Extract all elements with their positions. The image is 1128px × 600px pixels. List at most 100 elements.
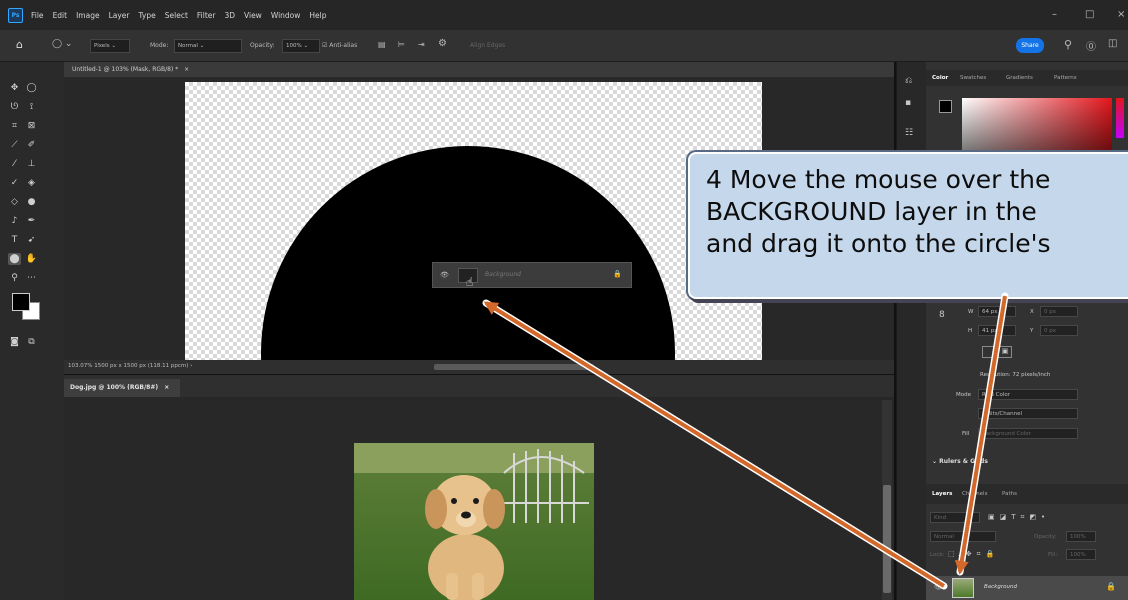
- layer-opacity-field[interactable]: 100%: [1066, 531, 1096, 542]
- share-button[interactable]: Share: [1016, 38, 1044, 53]
- tab-patterns[interactable]: Patterns: [1054, 75, 1077, 81]
- opacity-field[interactable]: 100% ⌄: [282, 39, 320, 53]
- lock-options-icons[interactable]: ⬚⁄✥⌗🔒: [948, 550, 999, 559]
- menu-layer[interactable]: Layer: [109, 11, 130, 20]
- blur-tool-icon[interactable]: ●: [25, 196, 38, 208]
- ellipse-tool-icon[interactable]: ⬤: [8, 253, 21, 265]
- workspace-icon[interactable]: ◫: [1108, 38, 1117, 49]
- clone-stamp-icon[interactable]: ⊥: [25, 158, 38, 170]
- tab-channels[interactable]: Channels: [962, 491, 987, 497]
- close-tab-icon[interactable]: ×: [164, 384, 169, 391]
- properties-panel-icon[interactable]: ☷: [905, 128, 913, 138]
- menu-file[interactable]: File: [31, 11, 44, 20]
- history-panel-icon[interactable]: ⎌: [905, 76, 912, 86]
- comments-panel-icon[interactable]: ▪: [905, 98, 911, 108]
- tab-swatches[interactable]: Swatches: [960, 75, 986, 81]
- quick-select-icon[interactable]: ⟟: [25, 101, 38, 113]
- width-field[interactable]: 64 px: [978, 306, 1016, 317]
- color-mode-dropdown[interactable]: RGB Color: [978, 389, 1078, 400]
- help-icon[interactable]: ⓪: [1086, 38, 1096, 53]
- document-tab-label: Untitled-1 @ 103% (Mask, RGB/8) *: [72, 66, 179, 73]
- fill-opacity-field[interactable]: 100%: [1066, 549, 1096, 560]
- fill-dropdown[interactable]: Background Color: [978, 428, 1078, 439]
- more-tools-icon[interactable]: ⋯: [25, 272, 38, 284]
- paint-bucket-icon[interactable]: ◇: [8, 196, 21, 208]
- type-tool-icon[interactable]: T: [8, 234, 21, 246]
- menu-type[interactable]: Type: [139, 11, 156, 20]
- maximize-button[interactable]: □: [1085, 9, 1094, 20]
- layer-filter-icons[interactable]: ▣◪T⌗◩•: [988, 513, 1050, 522]
- minimize-button[interactable]: –: [1052, 9, 1057, 20]
- bit-depth-dropdown[interactable]: 8 Bits/Channel: [978, 408, 1078, 419]
- orientation-landscape-icon[interactable]: ▣: [998, 346, 1012, 358]
- pixels-dropdown[interactable]: Pixels ⌄: [90, 39, 130, 53]
- eraser-tool-icon[interactable]: ◈: [25, 177, 38, 189]
- mode-value: Normal: [178, 43, 198, 49]
- visibility-eye-icon[interactable]: 👁: [934, 583, 943, 591]
- menu-help[interactable]: Help: [309, 11, 326, 20]
- zoom-tool-icon[interactable]: ⚲: [8, 272, 21, 284]
- menu-select[interactable]: Select: [165, 11, 188, 20]
- y-field[interactable]: 0 px: [1040, 325, 1078, 336]
- ellipse-tool-preset-icon[interactable]: ◯ ⌄: [52, 39, 72, 49]
- path-arrangement-icon[interactable]: ⇥: [418, 40, 425, 49]
- screen-mode-icon[interactable]: ⧉: [25, 336, 38, 348]
- link-icon[interactable]: 8: [939, 310, 945, 320]
- layer-row-background[interactable]: 👁 Background 🔒: [926, 576, 1128, 600]
- height-field[interactable]: 41 px: [978, 325, 1016, 336]
- document-tab-untitled[interactable]: Untitled-1 @ 103% (Mask, RGB/8) * ×: [64, 62, 894, 77]
- path-selection-icon[interactable]: ➹: [25, 234, 38, 246]
- frame-tool-icon[interactable]: ⊠: [25, 120, 38, 132]
- menu-view[interactable]: View: [244, 11, 262, 20]
- tab-gradients[interactable]: Gradients: [1006, 75, 1033, 81]
- foreground-color-chip[interactable]: [939, 100, 952, 113]
- gear-icon[interactable]: ⚙: [438, 38, 447, 49]
- x-field[interactable]: 0 px: [1040, 306, 1078, 317]
- orientation-portrait-icon[interactable]: [982, 346, 994, 358]
- close-tab-icon[interactable]: ×: [184, 66, 189, 73]
- horizontal-scrollbar[interactable]: [434, 364, 594, 370]
- align-edges-label[interactable]: Align Edges: [470, 42, 505, 49]
- dog-photo[interactable]: [354, 443, 594, 600]
- canvas-untitled[interactable]: [185, 82, 762, 360]
- photoshop-logo[interactable]: Ps: [8, 7, 23, 23]
- ellipse-marquee-icon[interactable]: ◯: [25, 82, 38, 94]
- menu-edit[interactable]: Edit: [53, 11, 68, 20]
- hand-tool-icon[interactable]: ✋: [25, 253, 38, 265]
- menu-image[interactable]: Image: [76, 11, 100, 20]
- scrollbar-thumb[interactable]: [883, 485, 891, 593]
- mode-dropdown[interactable]: Normal ⌄: [174, 39, 242, 53]
- tab-paths[interactable]: Paths: [1002, 491, 1017, 497]
- quick-mask-icon[interactable]: ◙: [8, 336, 21, 348]
- lasso-tool-icon[interactable]: ᘎ: [8, 101, 21, 113]
- pen-tool-icon[interactable]: ✒: [25, 215, 38, 227]
- hue-slider[interactable]: [1116, 98, 1124, 138]
- brush-tool-icon[interactable]: ⁄: [8, 158, 21, 170]
- mode-label: Mode: [956, 392, 971, 398]
- menu-3d[interactable]: 3D: [224, 11, 235, 20]
- foreground-color-swatch[interactable]: [12, 293, 30, 311]
- search-icon[interactable]: ⚲: [1064, 38, 1072, 51]
- x-label: X: [1030, 309, 1034, 315]
- home-icon[interactable]: ⌂: [16, 38, 23, 51]
- healing-brush-icon[interactable]: ✐: [25, 139, 38, 151]
- tab-layers[interactable]: Layers: [932, 491, 952, 497]
- path-alignment-icon[interactable]: ⊨: [398, 40, 405, 49]
- move-tool-icon[interactable]: ✥: [8, 82, 21, 94]
- dodge-tool-icon[interactable]: ♪: [8, 215, 21, 227]
- menu-filter[interactable]: Filter: [197, 11, 216, 20]
- visibility-eye-icon: 👁: [440, 271, 449, 279]
- layer-name[interactable]: Background: [984, 584, 1017, 590]
- history-brush-icon[interactable]: ✓: [8, 177, 21, 189]
- close-button[interactable]: ×: [1117, 9, 1125, 20]
- document-tab-dog[interactable]: Dog.jpg @ 100% (RGB/8#) ×: [64, 379, 180, 397]
- menu-window[interactable]: Window: [271, 11, 301, 20]
- blend-mode-dropdown[interactable]: Normal: [930, 531, 996, 542]
- tab-color[interactable]: Color: [932, 75, 948, 81]
- eyedropper-icon[interactable]: ⟋: [8, 139, 21, 151]
- filter-kind-dropdown[interactable]: Kind: [930, 512, 980, 523]
- antialias-checkbox[interactable]: ☑ Anti-alias: [322, 42, 357, 49]
- crop-tool-icon[interactable]: ⌗: [8, 120, 21, 132]
- rulers-grids-section[interactable]: ⌄ Rulers & Grids: [932, 458, 988, 465]
- path-operations-icon[interactable]: ▤: [378, 40, 386, 49]
